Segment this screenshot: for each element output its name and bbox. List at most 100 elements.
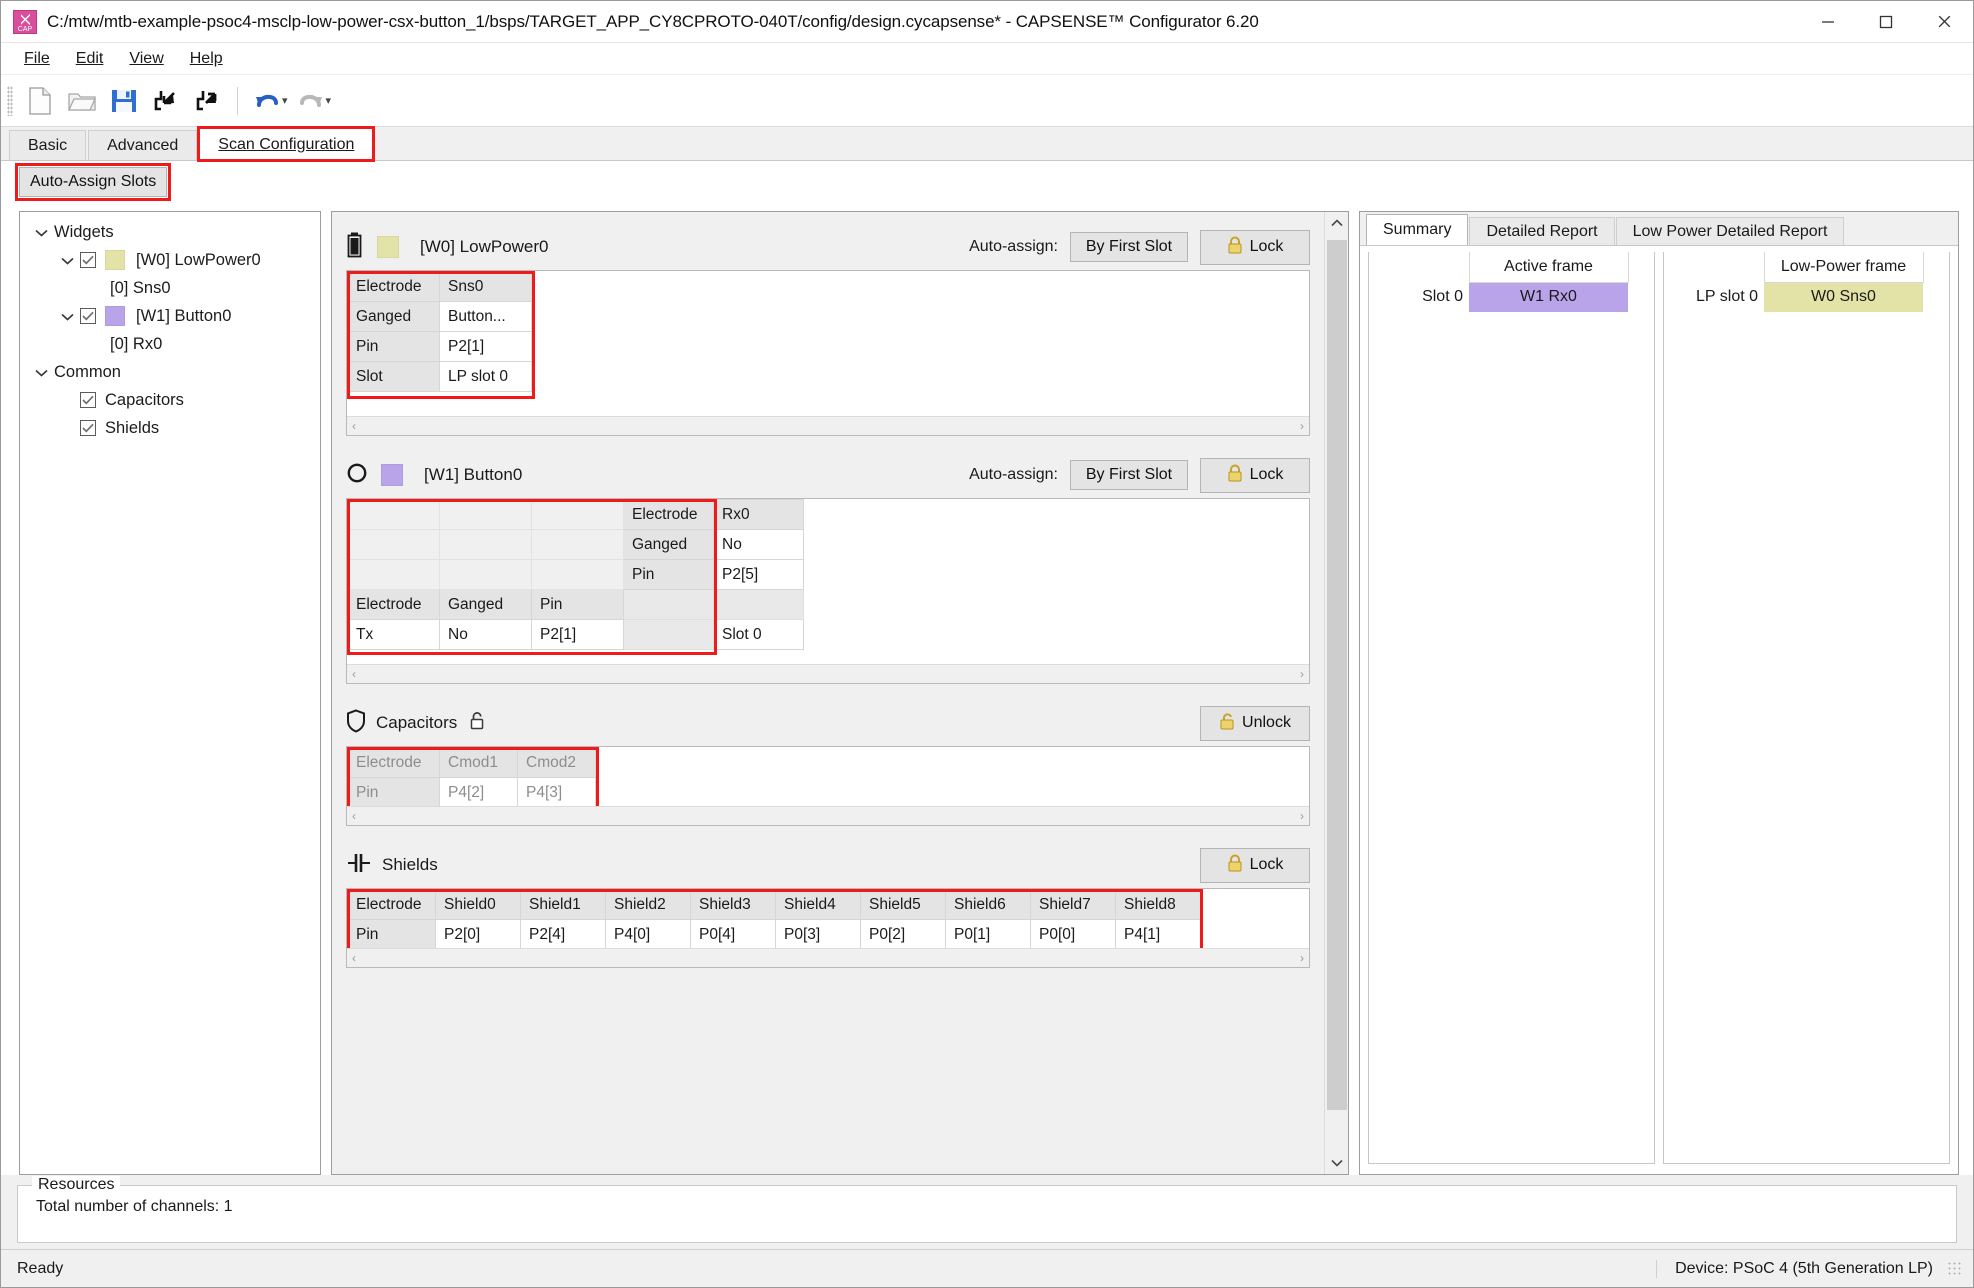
horizontal-scrollbar[interactable]: ‹ › bbox=[347, 948, 1309, 967]
cell-value[interactable]: P0[0] bbox=[1030, 919, 1116, 950]
by-first-slot-button-button0[interactable]: By First Slot bbox=[1070, 460, 1188, 490]
menu-file[interactable]: File bbox=[11, 47, 63, 71]
table-row[interactable]: Pin P4[2] P4[3] bbox=[347, 777, 596, 808]
shields-grid[interactable]: Electrode Shield0 Shield1 Shield2 Shield… bbox=[346, 888, 1310, 968]
table-row[interactable]: Tx No P2[1] Slot 0 bbox=[347, 619, 804, 650]
slot-cell-lowpower[interactable]: W0 Sns0 bbox=[1764, 282, 1923, 312]
checkbox-w1[interactable] bbox=[80, 308, 96, 324]
scroll-track[interactable] bbox=[1325, 234, 1349, 1152]
cell-value[interactable]: P4[1] bbox=[1115, 919, 1201, 950]
scroll-thumb[interactable] bbox=[1326, 240, 1347, 1110]
lock-button-lowpower[interactable]: Lock bbox=[1200, 229, 1310, 265]
cell-value[interactable]: P4[0] bbox=[605, 919, 691, 950]
panel-vertical-scrollbar[interactable] bbox=[1324, 212, 1348, 1174]
scroll-right-icon[interactable]: › bbox=[1300, 419, 1304, 433]
scroll-right-icon[interactable]: › bbox=[1300, 951, 1304, 965]
cell-value[interactable]: P2[4] bbox=[520, 919, 606, 950]
cell-value[interactable]: Tx bbox=[347, 619, 440, 650]
lock-button-button0[interactable]: Lock bbox=[1200, 457, 1310, 493]
lowpower-grid[interactable]: Electrode Sns0 Ganged Button... Pin P2[1… bbox=[346, 270, 1310, 436]
cell-value[interactable]: LP slot 0 bbox=[439, 361, 532, 392]
save-icon[interactable] bbox=[103, 80, 145, 122]
scroll-up-icon[interactable] bbox=[1325, 212, 1349, 234]
open-folder-icon[interactable] bbox=[61, 80, 103, 122]
tree-node-common[interactable]: Common bbox=[24, 358, 316, 386]
redo-dropdown-icon[interactable]: ▾ bbox=[326, 94, 332, 107]
new-file-icon[interactable] bbox=[19, 80, 61, 122]
button0-grid[interactable]: Electrode Rx0 Ganged No Pin P2[5] Electr… bbox=[346, 498, 1310, 684]
tab-detailed-report[interactable]: Detailed Report bbox=[1469, 217, 1615, 245]
cell-value[interactable]: Button... bbox=[439, 301, 532, 332]
cell-value[interactable]: P0[1] bbox=[945, 919, 1031, 950]
cell-value[interactable]: P0[2] bbox=[860, 919, 946, 950]
auto-assign-slots-button[interactable]: Auto-Assign Slots bbox=[14, 163, 172, 201]
unlock-button-capacitors[interactable]: Unlock bbox=[1200, 705, 1310, 741]
close-icon[interactable] bbox=[1915, 1, 1973, 43]
cell-value[interactable]: P2[0] bbox=[435, 919, 521, 950]
chevron-down-icon[interactable] bbox=[54, 309, 80, 324]
tree-node-widgets[interactable]: Widgets bbox=[24, 218, 316, 246]
table-row[interactable]: Electrode Ganged Pin bbox=[347, 589, 804, 620]
table-row[interactable]: Ganged No bbox=[347, 529, 804, 560]
scroll-left-icon[interactable]: ‹ bbox=[352, 667, 356, 681]
cell-value[interactable]: P0[3] bbox=[775, 919, 861, 950]
maximize-icon[interactable] bbox=[1857, 1, 1915, 43]
table-row[interactable]: Electrode Rx0 bbox=[347, 499, 804, 530]
tree-node-w0-lowpower0[interactable]: [W0] LowPower0 bbox=[24, 246, 316, 274]
tab-advanced[interactable]: Advanced bbox=[88, 130, 198, 160]
chevron-down-icon[interactable] bbox=[28, 225, 54, 240]
capacitors-grid[interactable]: Electrode Cmod1 Cmod2 Pin P4[2] P4[3] ‹ … bbox=[346, 746, 1310, 826]
horizontal-scrollbar[interactable]: ‹ › bbox=[347, 416, 1309, 435]
tab-basic[interactable]: Basic bbox=[9, 130, 87, 160]
menu-help[interactable]: Help bbox=[177, 47, 236, 71]
cell-value[interactable]: P4[3] bbox=[517, 777, 596, 808]
checkbox-shields[interactable] bbox=[80, 420, 96, 436]
minimize-icon[interactable] bbox=[1799, 1, 1857, 43]
table-row[interactable]: Slot 0 W1 Rx0 bbox=[1369, 282, 1654, 312]
tree-node-w1-button0[interactable]: [W1] Button0 bbox=[24, 302, 316, 330]
export-icon[interactable] bbox=[187, 80, 229, 122]
tree-node-capacitors[interactable]: Capacitors bbox=[24, 386, 316, 414]
import-icon[interactable] bbox=[145, 80, 187, 122]
table-row[interactable]: Electrode Shield0 Shield1 Shield2 Shield… bbox=[347, 889, 1201, 920]
table-row[interactable]: LP slot 0 W0 Sns0 bbox=[1664, 282, 1949, 312]
tree-node-sns0[interactable]: [0] Sns0 bbox=[24, 274, 316, 302]
menu-edit[interactable]: Edit bbox=[63, 47, 117, 71]
tree-node-rx0[interactable]: [0] Rx0 bbox=[24, 330, 316, 358]
by-first-slot-button-lowpower[interactable]: By First Slot bbox=[1070, 232, 1188, 262]
undo-dropdown-icon[interactable]: ▾ bbox=[282, 94, 288, 107]
scroll-left-icon[interactable]: ‹ bbox=[352, 951, 356, 965]
table-row[interactable]: Pin P2[0] P2[4] P4[0] P0[4] P0[3] P0[2] … bbox=[347, 919, 1201, 950]
widget-tree[interactable]: Widgets [W0] LowPower0 [0] Sns0 [W1] But… bbox=[19, 211, 321, 1175]
tab-scan-configuration[interactable]: Scan Configuration bbox=[197, 126, 376, 162]
scroll-left-icon[interactable]: ‹ bbox=[352, 809, 356, 823]
cell-value[interactable]: P0[4] bbox=[690, 919, 776, 950]
scroll-left-icon[interactable]: ‹ bbox=[352, 419, 356, 433]
cell-value[interactable]: P4[2] bbox=[439, 777, 518, 808]
cell-value[interactable]: No bbox=[713, 529, 804, 560]
cell-slot-value[interactable]: Slot 0 bbox=[713, 619, 804, 650]
horizontal-scrollbar[interactable]: ‹ › bbox=[347, 664, 1309, 683]
table-row[interactable]: Electrode Cmod1 Cmod2 bbox=[347, 747, 596, 778]
horizontal-scrollbar[interactable]: ‹ › bbox=[347, 806, 1309, 825]
checkbox-capacitors[interactable] bbox=[80, 392, 96, 408]
tree-node-shields[interactable]: Shields bbox=[24, 414, 316, 442]
scroll-down-icon[interactable] bbox=[1325, 1152, 1349, 1174]
table-row[interactable]: Pin P2[1] bbox=[347, 331, 532, 362]
resize-grip-icon[interactable] bbox=[1947, 1260, 1963, 1277]
table-row[interactable]: Electrode Sns0 bbox=[347, 271, 532, 302]
table-row[interactable]: Pin P2[5] bbox=[347, 559, 804, 590]
lock-button-shields[interactable]: Lock bbox=[1200, 847, 1310, 883]
tab-summary[interactable]: Summary bbox=[1366, 214, 1469, 245]
chevron-down-icon[interactable] bbox=[28, 365, 54, 380]
scroll-right-icon[interactable]: › bbox=[1300, 667, 1304, 681]
cell-value[interactable]: P2[1] bbox=[439, 331, 532, 362]
table-row[interactable]: Ganged Button... bbox=[347, 301, 532, 332]
toolbar-grip[interactable] bbox=[7, 85, 13, 116]
chevron-down-icon[interactable] bbox=[54, 253, 80, 268]
cell-value[interactable]: No bbox=[439, 619, 532, 650]
scroll-right-icon[interactable]: › bbox=[1300, 809, 1304, 823]
table-row[interactable]: Slot LP slot 0 bbox=[347, 361, 532, 392]
slot-cell-active[interactable]: W1 Rx0 bbox=[1469, 282, 1628, 312]
tab-low-power-detailed-report[interactable]: Low Power Detailed Report bbox=[1615, 217, 1845, 245]
